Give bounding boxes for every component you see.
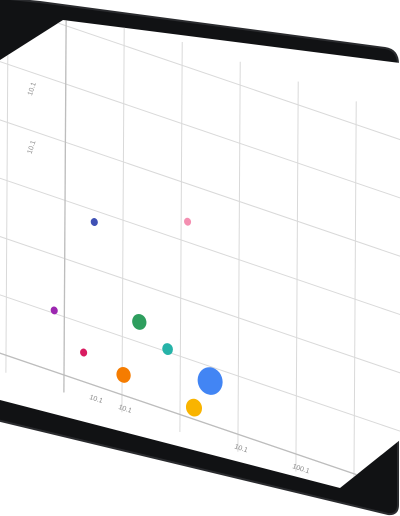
tablet-mockup: 10.110.110.1100.110.110.110.1 <box>0 0 400 516</box>
tablet-device: 10.110.110.1100.110.110.110.1 <box>0 0 400 516</box>
